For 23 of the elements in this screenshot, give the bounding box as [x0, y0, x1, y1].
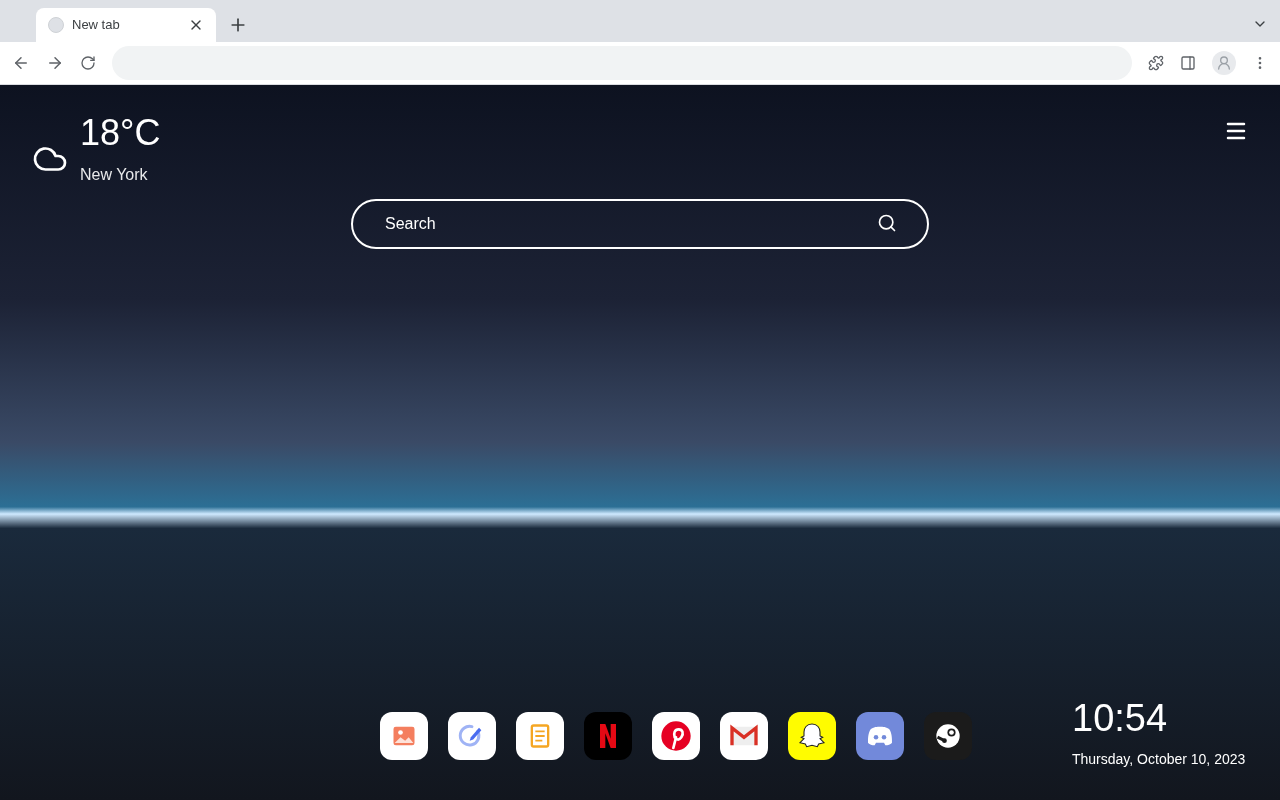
- p-circle-icon: [660, 720, 692, 752]
- app-shortcut[interactable]: [720, 712, 768, 760]
- temperature: 18°C: [80, 115, 161, 151]
- search-icon[interactable]: [877, 213, 897, 233]
- tab-title: New tab: [72, 16, 121, 35]
- clock-date: Thursday, October 10, 2023: [1072, 750, 1247, 769]
- favicon-icon: [48, 17, 64, 33]
- search-field[interactable]: Search: [351, 199, 929, 249]
- reload-icon[interactable]: [80, 55, 96, 71]
- app-shortcut[interactable]: [924, 712, 972, 760]
- app-shortcut[interactable]: [380, 712, 428, 760]
- gear-arm-icon: [934, 722, 962, 750]
- forward-arrow-icon[interactable]: [46, 54, 64, 72]
- puzzle-icon[interactable]: [1148, 55, 1164, 71]
- browser-tab[interactable]: New tab: [36, 8, 216, 42]
- app-shortcut[interactable]: [448, 712, 496, 760]
- app-shortcut[interactable]: [788, 712, 836, 760]
- side-panel-icon[interactable]: [1180, 55, 1196, 71]
- app-shortcut[interactable]: [652, 712, 700, 760]
- app-shortcut[interactable]: [516, 712, 564, 760]
- clock-time: 10:54: [1072, 699, 1169, 737]
- city-name: New York: [80, 165, 149, 185]
- app-shortcut[interactable]: [856, 712, 904, 760]
